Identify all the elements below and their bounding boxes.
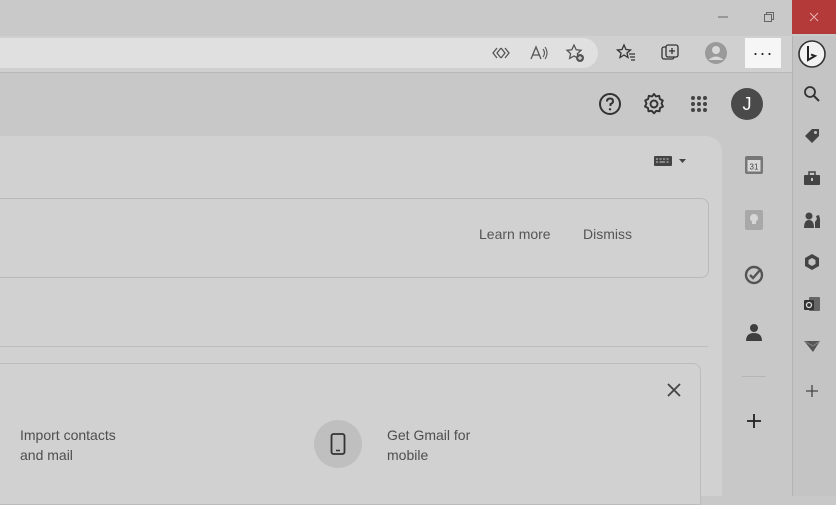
sidebar-games-button[interactable] (797, 205, 827, 235)
google-apps-button[interactable] (683, 88, 715, 120)
restore-icon (764, 12, 774, 22)
settings-icon (644, 93, 664, 115)
favorite-add-icon (565, 43, 584, 62)
settings-button[interactable] (638, 88, 670, 120)
app-available-icon (492, 47, 510, 59)
mobile-icon-circle (314, 420, 362, 468)
help-icon (599, 93, 621, 115)
close-window-button[interactable] (792, 0, 836, 34)
calendar-icon: 31 (745, 156, 763, 174)
bing-icon (798, 40, 826, 68)
restore-button[interactable] (746, 0, 792, 34)
close-setup-button[interactable] (664, 380, 684, 400)
profile-button[interactable] (702, 39, 730, 67)
account-avatar[interactable]: J (731, 88, 763, 120)
keyboard-icon (654, 156, 686, 166)
keep-icon (745, 210, 763, 230)
get-gmail-mobile-line-2: mobile (387, 447, 429, 463)
support-button[interactable] (594, 88, 626, 120)
outlook-icon (804, 297, 820, 311)
get-addons-button[interactable] (740, 407, 768, 435)
addon-separator (742, 376, 766, 377)
get-gmail-mobile-line-1: Get Gmail for (387, 427, 471, 443)
section-divider (0, 346, 708, 347)
favorites-button[interactable] (612, 39, 640, 67)
bing-chat-button[interactable] (797, 37, 827, 71)
sidebar-office-button[interactable] (797, 247, 827, 277)
dismiss-button[interactable]: Dismiss (583, 226, 632, 242)
toolbox-icon (804, 171, 820, 185)
chess-icon (804, 212, 820, 228)
minimize-button[interactable] (700, 0, 746, 34)
learn-more-link[interactable]: Learn more (479, 226, 551, 242)
tasks-icon (744, 265, 764, 285)
read-aloud-icon (530, 45, 548, 60)
keep-addon-button[interactable] (740, 206, 768, 234)
tasks-addon-button[interactable] (740, 261, 768, 289)
import-contacts-line-2: and mail (20, 447, 73, 463)
minimize-icon (718, 16, 728, 18)
add-favorite-button[interactable] (561, 39, 589, 67)
plus-icon (747, 414, 761, 428)
apps-grid-icon (691, 96, 707, 112)
office-icon (805, 254, 819, 270)
tag-icon (805, 129, 819, 143)
settings-and-more-button[interactable]: ··· (745, 38, 781, 68)
close-icon (667, 383, 681, 397)
plus-icon (806, 385, 818, 397)
sidebar-outlook-button[interactable] (797, 289, 827, 319)
smartphone-icon (330, 433, 346, 455)
contacts-icon (746, 324, 762, 341)
profile-icon (705, 42, 727, 64)
sidebar-drop-button[interactable] (797, 331, 827, 361)
sidebar-search-button[interactable] (797, 79, 827, 109)
search-icon (804, 86, 820, 102)
contacts-addon-button[interactable] (740, 318, 768, 346)
read-aloud-button[interactable] (525, 39, 553, 67)
collections-button[interactable] (656, 39, 684, 67)
import-contacts-item[interactable]: Import contacts and mail (20, 425, 116, 465)
paper-plane-icon (803, 340, 821, 352)
import-contacts-line-1: Import contacts (20, 427, 116, 443)
sidebar-shopping-button[interactable] (797, 121, 827, 151)
favorites-icon (616, 43, 635, 61)
app-available-button[interactable] (487, 39, 515, 67)
input-tools-button[interactable] (652, 152, 692, 170)
get-gmail-mobile-item[interactable]: Get Gmail for mobile (387, 425, 470, 465)
sidebar-tools-button[interactable] (797, 163, 827, 193)
close-icon (809, 12, 819, 22)
sidebar-add-button[interactable] (797, 376, 827, 406)
collections-icon (661, 44, 679, 60)
calendar-addon-button[interactable]: 31 (740, 151, 768, 179)
calendar-day: 31 (750, 163, 759, 172)
